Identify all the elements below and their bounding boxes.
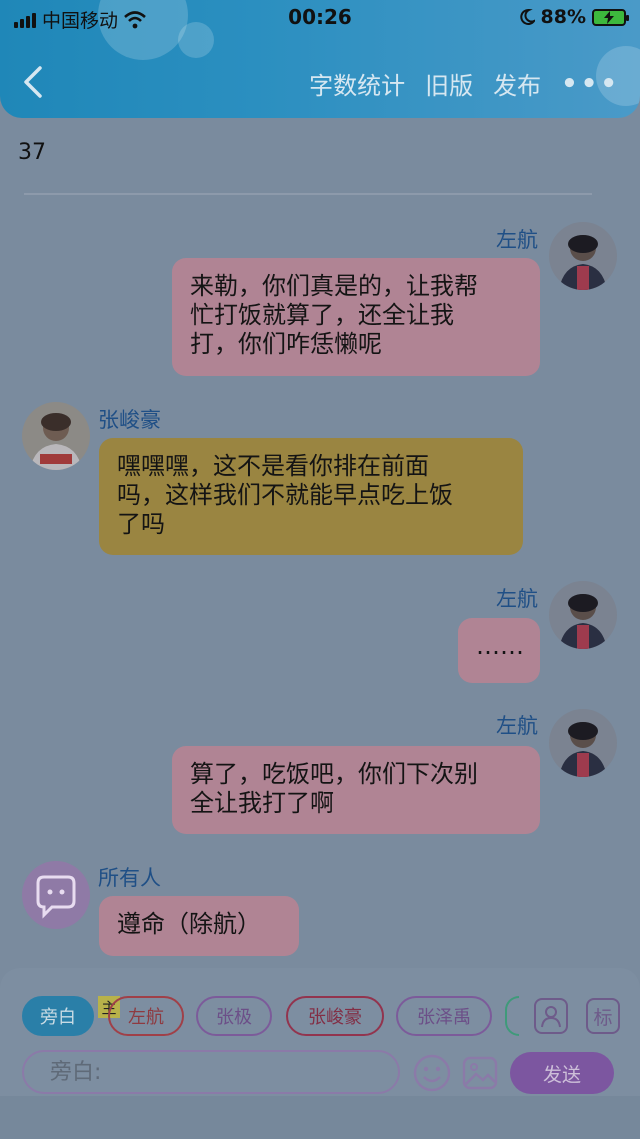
message-bubble[interactable]: …… — [458, 618, 540, 683]
message-line: 来勒，你们真是的，让我帮 — [190, 272, 478, 300]
person-card-icon[interactable] — [534, 998, 568, 1034]
message-bubble[interactable]: 来勒，你们真是的，让我帮 忙打饭就算了，还全让我 打，你们咋恁懒呢 — [172, 258, 540, 376]
battery-percent: 88% — [540, 6, 586, 28]
character-chip[interactable]: 张泽禹 — [396, 996, 492, 1036]
word-count-value: 37 — [18, 140, 46, 165]
back-button[interactable] — [20, 64, 50, 100]
avatar[interactable] — [22, 402, 90, 470]
sender-name: 所有人 — [98, 866, 161, 890]
old-version-button[interactable]: 旧版 — [425, 66, 473, 101]
avatar[interactable] — [549, 709, 617, 777]
character-chip-partial[interactable] — [505, 996, 519, 1036]
message-input[interactable] — [22, 1050, 400, 1094]
emoji-icon[interactable] — [413, 1054, 451, 1092]
sender-name: 左航 — [496, 714, 538, 738]
sender-name: 左航 — [496, 228, 538, 252]
group-chat-icon[interactable] — [22, 861, 90, 929]
battery-charging-icon — [592, 8, 629, 26]
message-bubble[interactable]: 遵命（除航） — [99, 896, 299, 956]
chevron-left-icon — [24, 66, 42, 98]
character-chip[interactable]: 张极 — [196, 996, 272, 1036]
character-chip-narrator[interactable]: 旁白 — [22, 996, 94, 1036]
footer-bar — [0, 1096, 640, 1139]
message-line: 算了，吃饭吧，你们下次别 — [190, 760, 478, 788]
message-line: 全让我打了啊 — [190, 789, 334, 817]
avatar[interactable] — [549, 222, 617, 290]
label-button[interactable]: 标 — [586, 998, 620, 1034]
message-line: 了吗 — [117, 510, 165, 538]
publish-button[interactable]: 发布 — [493, 66, 541, 101]
image-icon[interactable] — [461, 1054, 499, 1092]
message-line: 嘿嘿嘿，这不是看你排在前面 — [117, 452, 429, 480]
send-button[interactable]: 发送 — [510, 1052, 614, 1094]
message-line: 遵命（除航） — [117, 910, 261, 938]
word-count-button[interactable]: 字数统计 — [309, 66, 405, 101]
avatar[interactable] — [549, 581, 617, 649]
message-line: …… — [476, 632, 524, 660]
character-chip[interactable]: 左航 — [108, 996, 184, 1036]
character-chip[interactable]: 张峻豪 — [286, 996, 384, 1036]
sender-name: 张峻豪 — [98, 408, 161, 432]
message-line: 吗，这样我们不就能早点吃上饭 — [117, 481, 453, 509]
message-bubble[interactable]: 算了，吃饭吧，你们下次别 全让我打了啊 — [172, 746, 540, 834]
message-line: 忙打饭就算了，还全让我 — [190, 301, 454, 329]
more-icon[interactable]: ••• — [561, 69, 620, 99]
sender-name: 左航 — [496, 587, 538, 611]
divider — [24, 193, 592, 195]
status-bar: 中国移动 00:26 88% — [0, 0, 640, 38]
moon-icon — [519, 8, 535, 25]
message-line: 打，你们咋恁懒呢 — [190, 330, 382, 358]
message-bubble[interactable]: 嘿嘿嘿，这不是看你排在前面 吗，这样我们不就能早点吃上饭 了吗 — [99, 438, 523, 555]
